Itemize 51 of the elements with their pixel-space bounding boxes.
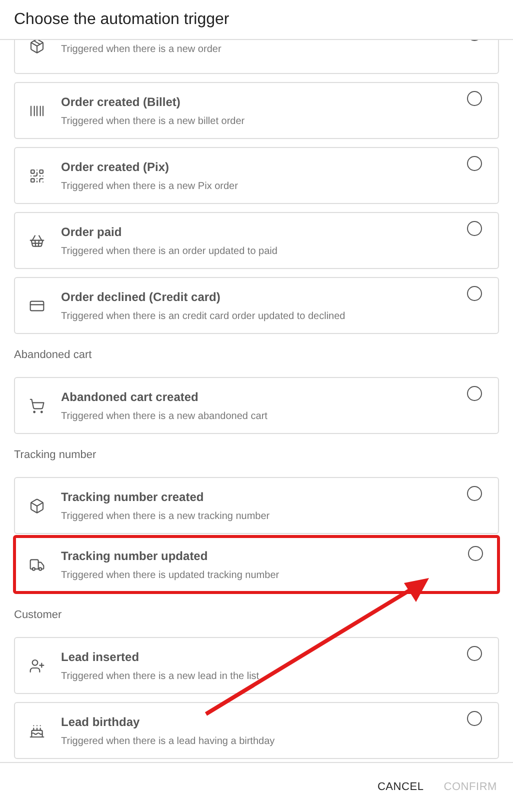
dialog-title: Choose the automation trigger bbox=[14, 10, 230, 30]
option-description: Triggered when there is a new abandoned cart bbox=[61, 410, 268, 424]
trigger-option[interactable]: Order created (Billet) Triggered when there is a new billet order bbox=[14, 82, 499, 139]
option-title: Order created (Billet) bbox=[61, 94, 182, 110]
trigger-option[interactable]: Lead birthday Triggered when there is a lead having a birthday bbox=[14, 702, 499, 759]
trigger-option[interactable]: Tracking number updated Triggered when there is updated tracking number bbox=[13, 535, 500, 594]
section-label: Abandoned cart bbox=[14, 349, 93, 362]
trigger-option[interactable]: Lead inserted Triggered when there is a new lead in the list bbox=[14, 637, 499, 694]
trigger-option[interactable]: Triggered when there is a new order bbox=[14, 40, 499, 74]
truck-icon bbox=[29, 556, 45, 572]
option-description: Triggered when there is a new tracking number bbox=[61, 510, 271, 524]
option-description: Triggered when there is updated tracking number bbox=[61, 568, 280, 582]
section-label: Tracking number bbox=[14, 449, 98, 462]
option-title: Tracking number updated bbox=[61, 548, 209, 564]
trigger-option[interactable]: Order declined (Credit card) Triggered when there is an credit card order updated to declined bbox=[14, 277, 499, 334]
radio-button[interactable] bbox=[467, 221, 482, 236]
section-label: Customer bbox=[14, 609, 63, 622]
basket-icon bbox=[29, 232, 45, 248]
option-description: Triggered when there is an credit card order updated to declined bbox=[61, 310, 346, 324]
radio-button[interactable] bbox=[467, 386, 482, 401]
package-icon bbox=[29, 40, 45, 54]
option-title: Order declined (Credit card) bbox=[61, 288, 222, 306]
option-title: Lead birthday bbox=[61, 714, 141, 730]
radio-button[interactable] bbox=[467, 286, 482, 301]
trigger-option[interactable]: Tracking number created Triggered when there is a new tracking number bbox=[14, 477, 499, 534]
radio-button[interactable] bbox=[467, 646, 482, 661]
option-title: Lead inserted bbox=[61, 648, 140, 666]
trigger-option[interactable]: Order created (Pix) Triggered when there is a new Pix order bbox=[14, 147, 499, 204]
radio-button[interactable] bbox=[467, 156, 482, 171]
option-description: Triggered when there is a new order bbox=[61, 42, 222, 56]
option-title: Order paid bbox=[61, 224, 123, 240]
option-description: Triggered when there is an order updated to paid bbox=[61, 244, 278, 258]
option-description: Triggered when there is a new lead in the list bbox=[61, 670, 260, 684]
option-title: Tracking number created bbox=[61, 488, 205, 506]
radio-button[interactable] bbox=[467, 486, 482, 501]
qr-code-icon bbox=[29, 168, 45, 184]
option-title: Abandoned cart created bbox=[61, 388, 200, 406]
option-description: Triggered when there is a lead having a birthday bbox=[61, 734, 276, 748]
option-description: Triggered when there is a new Pix order bbox=[61, 180, 239, 194]
cake-icon bbox=[29, 722, 45, 738]
cancel-button[interactable]: CANCEL bbox=[369, 772, 432, 802]
trigger-option[interactable]: Order paid Triggered when there is an order updated to paid bbox=[14, 212, 499, 269]
radio-button[interactable] bbox=[468, 546, 483, 561]
option-description: Triggered when there is a new billet order bbox=[61, 114, 246, 128]
option-title: Order created (Pix) bbox=[61, 158, 170, 176]
trigger-option[interactable]: Abandoned cart created Triggered when there is a new abandoned cart bbox=[14, 377, 499, 434]
cart-icon bbox=[29, 398, 45, 414]
add-user-icon bbox=[29, 658, 45, 674]
radio-button[interactable] bbox=[467, 711, 482, 726]
box-icon bbox=[29, 498, 45, 514]
radio-button[interactable] bbox=[467, 91, 482, 106]
